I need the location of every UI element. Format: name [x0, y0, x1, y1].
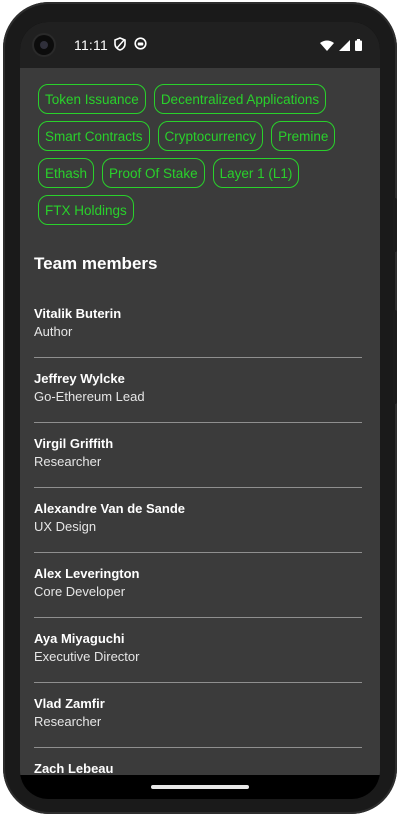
- volume-button: [393, 310, 397, 404]
- team-member-row[interactable]: Jeffrey Wylcke Go-Ethereum Lead: [34, 359, 362, 423]
- home-indicator[interactable]: [151, 785, 249, 789]
- member-role: Executive Director: [34, 649, 140, 664]
- member-name: Aya Miyaguchi: [34, 631, 125, 646]
- member-role: UX Design: [34, 519, 97, 534]
- tag-chip[interactable]: Smart Contracts: [38, 121, 150, 151]
- member-name: Alex Leverington: [34, 566, 140, 581]
- team-member-row[interactable]: Aya Miyaguchi Executive Director: [34, 619, 362, 683]
- status-bar: 11:11: [20, 22, 380, 68]
- signal-icon: [339, 38, 350, 56]
- tag-chip[interactable]: FTX Holdings: [38, 195, 134, 225]
- member-name: Vlad Zamfir: [34, 696, 105, 711]
- tag-chip[interactable]: Token Issuance: [38, 84, 146, 114]
- team-members-heading: Team members: [34, 254, 158, 273]
- status-icons-right: [320, 38, 362, 56]
- member-role: Researcher: [34, 454, 102, 469]
- member-name: Jeffrey Wylcke: [34, 371, 125, 386]
- battery-icon: [355, 38, 362, 56]
- scroll-content[interactable]: Token Issuance Decentralized Application…: [20, 68, 380, 799]
- tag-list: Token Issuance Decentralized Application…: [38, 84, 368, 225]
- shield-icon: [114, 37, 126, 56]
- status-time: 11:11: [74, 37, 108, 53]
- member-role: Author: [34, 324, 73, 339]
- tag-chip[interactable]: Decentralized Applications: [153, 84, 327, 114]
- team-member-row[interactable]: Alexandre Van de Sande UX Design: [34, 489, 362, 553]
- team-member-row[interactable]: Vlad Zamfir Researcher: [34, 684, 362, 748]
- team-member-row[interactable]: Virgil Griffith Researcher: [34, 424, 362, 488]
- team-member-row[interactable]: Alex Leverington Core Developer: [34, 554, 362, 618]
- member-role: Researcher: [34, 714, 102, 729]
- team-member-row[interactable]: Vitalik Buterin Author: [34, 294, 362, 358]
- member-role: Go-Ethereum Lead: [34, 389, 145, 404]
- member-name: Virgil Griffith: [34, 436, 114, 451]
- member-name: Zach Lebeau: [34, 761, 114, 776]
- tag-chip[interactable]: Proof Of Stake: [102, 158, 205, 188]
- tag-chip[interactable]: Ethash: [38, 158, 95, 188]
- status-icons-left: [114, 37, 147, 56]
- member-name: Alexandre Van de Sande: [34, 501, 186, 516]
- tag-chip[interactable]: Premine: [271, 121, 336, 151]
- tag-chip[interactable]: Cryptocurrency: [157, 121, 264, 151]
- screen: 11:11 Token Issuance Decentralized Appli…: [20, 22, 380, 799]
- navigation-bar: [20, 775, 380, 799]
- power-button: [393, 198, 397, 252]
- wifi-icon: [320, 38, 334, 56]
- member-role: Core Developer: [34, 584, 126, 599]
- camera-punch-hole: [34, 35, 54, 55]
- tag-chip[interactable]: Layer 1 (L1): [212, 158, 300, 188]
- app-notification-icon: [134, 37, 147, 56]
- phone-frame: 11:11 Token Issuance Decentralized Appli…: [3, 2, 397, 814]
- member-name: Vitalik Buterin: [34, 306, 122, 321]
- team-member-list: Vitalik Buterin Author Jeffrey Wylcke Go…: [34, 294, 362, 799]
